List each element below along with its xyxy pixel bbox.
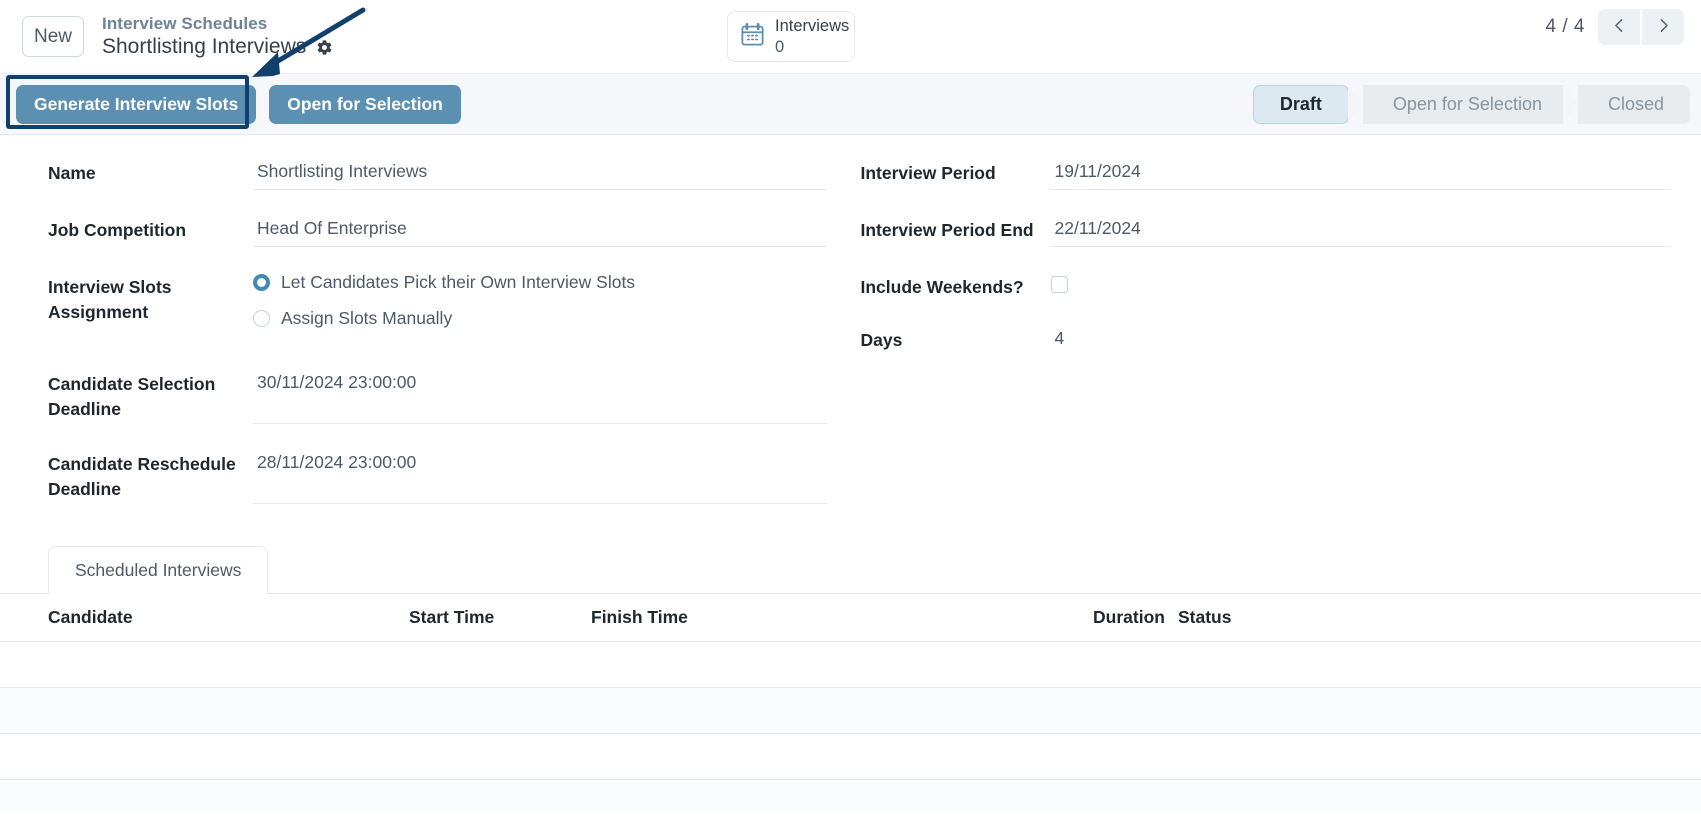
column-header-duration: Duration: [1093, 607, 1165, 627]
form-column-left: Name Shortlisting Interviews Job Competi…: [0, 157, 851, 528]
column-header-status: Status: [1178, 607, 1232, 627]
top-navbar: New Interview Schedules Shortlisting Int…: [0, 0, 1701, 73]
pipeline-separator-icon: [1562, 85, 1578, 124]
job-competition-input[interactable]: Head Of Enterprise: [253, 214, 827, 247]
field-label-interview-slots-assignment: Interview Slots Assignment: [48, 277, 172, 322]
column-header-finish-time: Finish Time: [591, 607, 688, 627]
interview-period-input[interactable]: 19/11/2024: [1050, 157, 1671, 190]
field-label-candidate-reschedule-deadline: Candidate Reschedule Deadline: [48, 454, 236, 499]
interview-slots-assignment-radio-group: Let Candidates Pick their Own Interview …: [253, 271, 827, 344]
field-label-candidate-selection-deadline: Candidate Selection Deadline: [48, 374, 216, 419]
document-title-row: Shortlisting Interviews: [102, 35, 333, 60]
radio-label-let-candidates-pick: Let Candidates Pick their Own Interview …: [281, 272, 636, 292]
generate-interview-slots-button[interactable]: Generate Interview Slots: [16, 84, 257, 124]
radio-label-assign-slots-manually: Assign Slots Manually: [281, 308, 453, 328]
candidate-selection-deadline-input[interactable]: 30/11/2024 23:00:00: [253, 368, 827, 424]
table-row[interactable]: [0, 642, 1701, 688]
workflow-step-open-for-selection[interactable]: Open for Selection: [1362, 85, 1564, 124]
title-block: Interview Schedules Shortlisting Intervi…: [102, 14, 333, 60]
field-interview-period: Interview Period 19/11/2024: [860, 157, 1671, 190]
pagination-buttons: [1598, 9, 1684, 45]
gear-icon[interactable]: [316, 39, 333, 56]
action-toolbar: Generate Interview Slots Open for Select…: [0, 73, 1701, 135]
field-label-interview-period-end: Interview Period End: [860, 220, 1034, 240]
column-header-start-time: Start Time: [409, 607, 495, 627]
field-label-name: Name: [48, 163, 96, 183]
field-include-weekends: Include Weekends?: [861, 271, 1672, 300]
field-interview-slots-assignment: Interview Slots Assignment Let Candidate…: [48, 271, 827, 344]
field-interview-period-end: Interview Period End 22/11/2024: [860, 214, 1671, 247]
interview-period-end-input[interactable]: 22/11/2024: [1050, 214, 1671, 247]
breadcrumb[interactable]: Interview Schedules: [102, 14, 333, 34]
table-row[interactable]: [0, 780, 1701, 810]
field-label-include-weekends: Include Weekends?: [860, 277, 1024, 297]
chevron-left-icon: [1611, 17, 1628, 37]
pagination-count: 4 / 4: [1545, 16, 1585, 37]
workflow-status-pipeline: Draft Open for Selection Closed: [1252, 85, 1690, 124]
field-candidate-reschedule-deadline: Candidate Reschedule Deadline 28/11/2024…: [48, 448, 827, 504]
radio-selected-icon[interactable]: [253, 274, 270, 291]
name-input[interactable]: Shortlisting Interviews: [253, 157, 827, 190]
pagination: 4 / 4: [1546, 9, 1684, 45]
radio-unselected-icon[interactable]: [253, 310, 270, 327]
table-row[interactable]: [0, 688, 1701, 734]
scheduled-interviews-grid: Candidate Start Time Finish Time Duratio…: [0, 593, 1701, 810]
pipeline-separator-icon: [1347, 85, 1363, 124]
workflow-step-closed[interactable]: Closed: [1577, 85, 1690, 124]
page-title: Shortlisting Interviews: [102, 34, 307, 58]
open-for-selection-button[interactable]: Open for Selection: [269, 84, 461, 124]
candidate-reschedule-deadline-input[interactable]: 28/11/2024 23:00:00: [253, 448, 827, 504]
indicator-text: Interviews 0: [775, 16, 849, 58]
indicator-count: 0: [775, 37, 785, 56]
interviews-indicator-button[interactable]: Interviews 0: [727, 11, 855, 62]
field-name: Name Shortlisting Interviews: [48, 157, 827, 190]
workflow-step-draft[interactable]: Draft: [1252, 85, 1349, 124]
field-days: Days 4: [861, 324, 1672, 356]
days-value: 4: [1054, 327, 1065, 348]
grid-section: Scheduled Interviews: [0, 546, 1701, 594]
tab-scheduled-interviews[interactable]: Scheduled Interviews: [48, 546, 269, 594]
form-column-right: Interview Period 19/11/2024 Interview Pe…: [851, 157, 1701, 528]
include-weekends-checkbox[interactable]: [1050, 276, 1068, 293]
column-header-candidate: Candidate: [48, 607, 133, 627]
field-label-days: Days: [860, 329, 903, 350]
field-label-interview-period: Interview Period: [860, 163, 996, 183]
indicator-label: Interviews: [775, 16, 850, 35]
interview-schedule-page: New Interview Schedules Shortlisting Int…: [0, 0, 1701, 814]
field-job-competition: Job Competition Head Of Enterprise: [48, 214, 827, 247]
radio-option-let-candidates-pick[interactable]: Let Candidates Pick their Own Interview …: [253, 272, 827, 293]
form-body: Name Shortlisting Interviews Job Competi…: [0, 135, 1701, 528]
calendar-icon: [739, 21, 766, 53]
new-button[interactable]: New: [22, 16, 84, 57]
field-candidate-selection-deadline: Candidate Selection Deadline 30/11/2024 …: [48, 368, 827, 424]
next-document-button[interactable]: [1642, 9, 1684, 45]
field-label-job-competition: Job Competition: [48, 220, 187, 240]
chevron-right-icon: [1655, 17, 1672, 37]
table-row[interactable]: [0, 734, 1701, 780]
previous-document-button[interactable]: [1598, 9, 1640, 45]
radio-option-assign-slots-manually[interactable]: Assign Slots Manually: [253, 308, 827, 329]
grid-header-row: Candidate Start Time Finish Time Duratio…: [0, 594, 1701, 642]
